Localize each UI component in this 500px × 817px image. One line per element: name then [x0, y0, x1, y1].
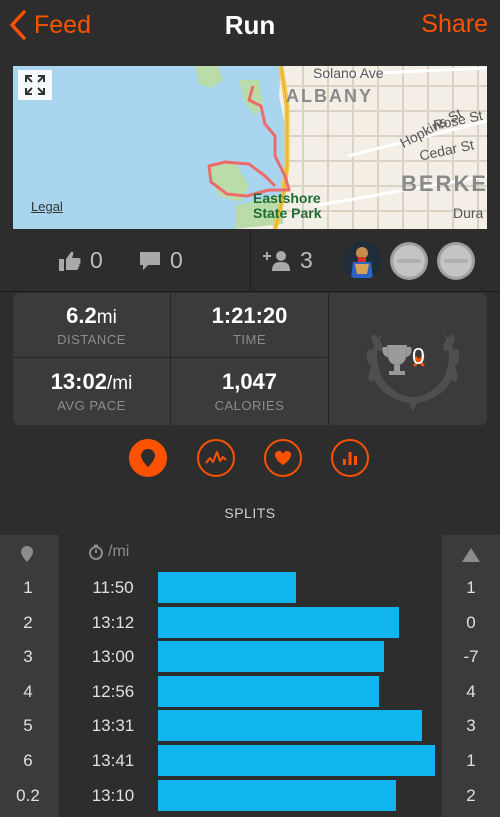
split-number: 4: [23, 681, 33, 701]
kudos-button[interactable]: 0: [58, 247, 103, 274]
kudos-count: 0: [90, 247, 103, 273]
stopwatch-icon: [89, 544, 103, 560]
map-pin-icon: [21, 546, 33, 562]
time-label: TIME: [232, 332, 267, 347]
map-park-label: Eastshore State Park: [253, 190, 322, 221]
achievements-count: 0: [412, 343, 425, 369]
athlete-avatar-image: [343, 242, 381, 280]
social-divider: [250, 230, 251, 292]
split-pace: 11:50: [92, 578, 134, 597]
split-pace-bar: [158, 641, 384, 673]
map-street-label: Dura: [453, 205, 484, 221]
split-elevation: 0: [466, 612, 476, 632]
split-elevation: 3: [466, 716, 476, 736]
pace-header-label: /mi: [108, 543, 130, 560]
split-elevation: 2: [466, 785, 476, 805]
split-pace-bar: [158, 710, 422, 742]
pace-chart-icon: [205, 451, 227, 464]
tab-splits[interactable]: [331, 439, 369, 477]
tab-heart-rate[interactable]: [264, 439, 302, 477]
split-pace: 13:10: [91, 785, 135, 805]
nav-bar: Feed Run Share: [0, 0, 500, 50]
default-avatar-image: [390, 242, 428, 280]
pace-unit: /mi: [106, 373, 133, 394]
stat-calories: 1,047 CALORIES: [171, 359, 328, 424]
map-street-label: Solano Ave: [313, 66, 384, 81]
split-pace-bar: [158, 606, 399, 638]
comment-icon: [140, 251, 160, 270]
map-pin-icon: [141, 449, 155, 467]
split-number: 2: [23, 612, 33, 632]
split-number: 5: [23, 716, 33, 736]
distance-value: 6.2: [66, 303, 97, 328]
table-row[interactable]: 1 11:50 1: [0, 570, 500, 604]
splits-pace-header: /mi: [88, 543, 129, 561]
elevation-triangle-icon: [462, 548, 480, 562]
heart-icon: [275, 451, 291, 465]
split-elevation: -7: [463, 647, 479, 667]
map-tiles: [195, 66, 487, 229]
pace-value: 13:02: [50, 369, 107, 394]
add-person-icon: [263, 250, 290, 271]
stat-avg-pace: 13:02/mi AVG PACE: [13, 359, 170, 424]
split-pace-bar: [158, 745, 435, 776]
map-label-berkeley: BERKE: [401, 171, 487, 196]
bar-chart-icon: [343, 452, 357, 465]
athlete-count: 3: [300, 247, 313, 273]
stat-distance: 6.2mi DISTANCE: [13, 293, 170, 358]
split-elevation: 1: [466, 751, 476, 770]
social-actions: 0 0: [0, 230, 250, 292]
distance-label: DISTANCE: [57, 332, 126, 347]
distance-unit: mi: [96, 307, 117, 328]
split-pace: 13:41: [91, 751, 135, 770]
stats-divider: [13, 357, 327, 358]
stats-divider: [328, 293, 329, 425]
stat-time: 1:21:20 TIME: [171, 293, 328, 358]
route-map[interactable]: ALBANY BERKE Solano Ave Hopkins St Rose …: [13, 66, 487, 229]
split-pace: 12:56: [91, 681, 135, 701]
table-row[interactable]: 5 13:31 3: [0, 708, 500, 742]
avatar[interactable]: [390, 242, 428, 280]
split-elevation: 1: [466, 578, 476, 597]
table-row[interactable]: 3 13:00 -7: [0, 639, 500, 673]
calories-value: 1,047: [221, 369, 278, 394]
table-row[interactable]: 0.2 13:10 2: [0, 778, 500, 812]
pace-label: AVG PACE: [57, 398, 126, 413]
split-pace-bar: [158, 779, 396, 811]
split-pace: 13:00: [91, 647, 135, 667]
split-number: 1: [23, 578, 33, 597]
expand-icon: [25, 75, 45, 95]
map-legal-link[interactable]: Legal: [31, 199, 63, 214]
split-pace-bar: [158, 675, 379, 707]
share-button[interactable]: Share: [421, 10, 488, 39]
table-row[interactable]: 6 13:41 1: [0, 743, 500, 777]
time-value: 1:21:20: [211, 303, 288, 328]
split-number: 3: [23, 647, 33, 667]
tab-map[interactable]: [129, 439, 167, 477]
map-label-albany: ALBANY: [286, 86, 373, 106]
avatar[interactable]: [437, 242, 475, 280]
expand-map-button[interactable]: [18, 70, 52, 100]
table-row[interactable]: 4 12:56 4: [0, 674, 500, 708]
comments-button[interactable]: 0: [138, 247, 183, 274]
stats-divider: [170, 293, 171, 425]
splits-title: SPLITS: [224, 505, 276, 521]
split-pace: 13:31: [91, 716, 135, 736]
default-avatar-image: [437, 242, 475, 280]
split-elevation: 4: [466, 681, 476, 701]
table-row[interactable]: 2 13:12 0: [0, 605, 500, 639]
calories-label: CALORIES: [214, 398, 285, 413]
thumbs-up-icon: [59, 251, 81, 271]
split-pace: 13:12: [91, 612, 135, 632]
tab-pace-analysis[interactable]: [197, 439, 235, 477]
comment-count: 0: [170, 247, 183, 273]
group-athletes-button[interactable]: 3: [262, 247, 313, 274]
split-pace-bar: [158, 572, 296, 603]
split-number: 0.2: [16, 785, 40, 805]
split-number: 6: [23, 751, 33, 770]
splits-table: /mi 1 11:50 1 2 13:12 0 3 13:00 -7 4 12:56 4 5 13:31 3…: [0, 535, 500, 817]
avatar[interactable]: [343, 242, 381, 280]
